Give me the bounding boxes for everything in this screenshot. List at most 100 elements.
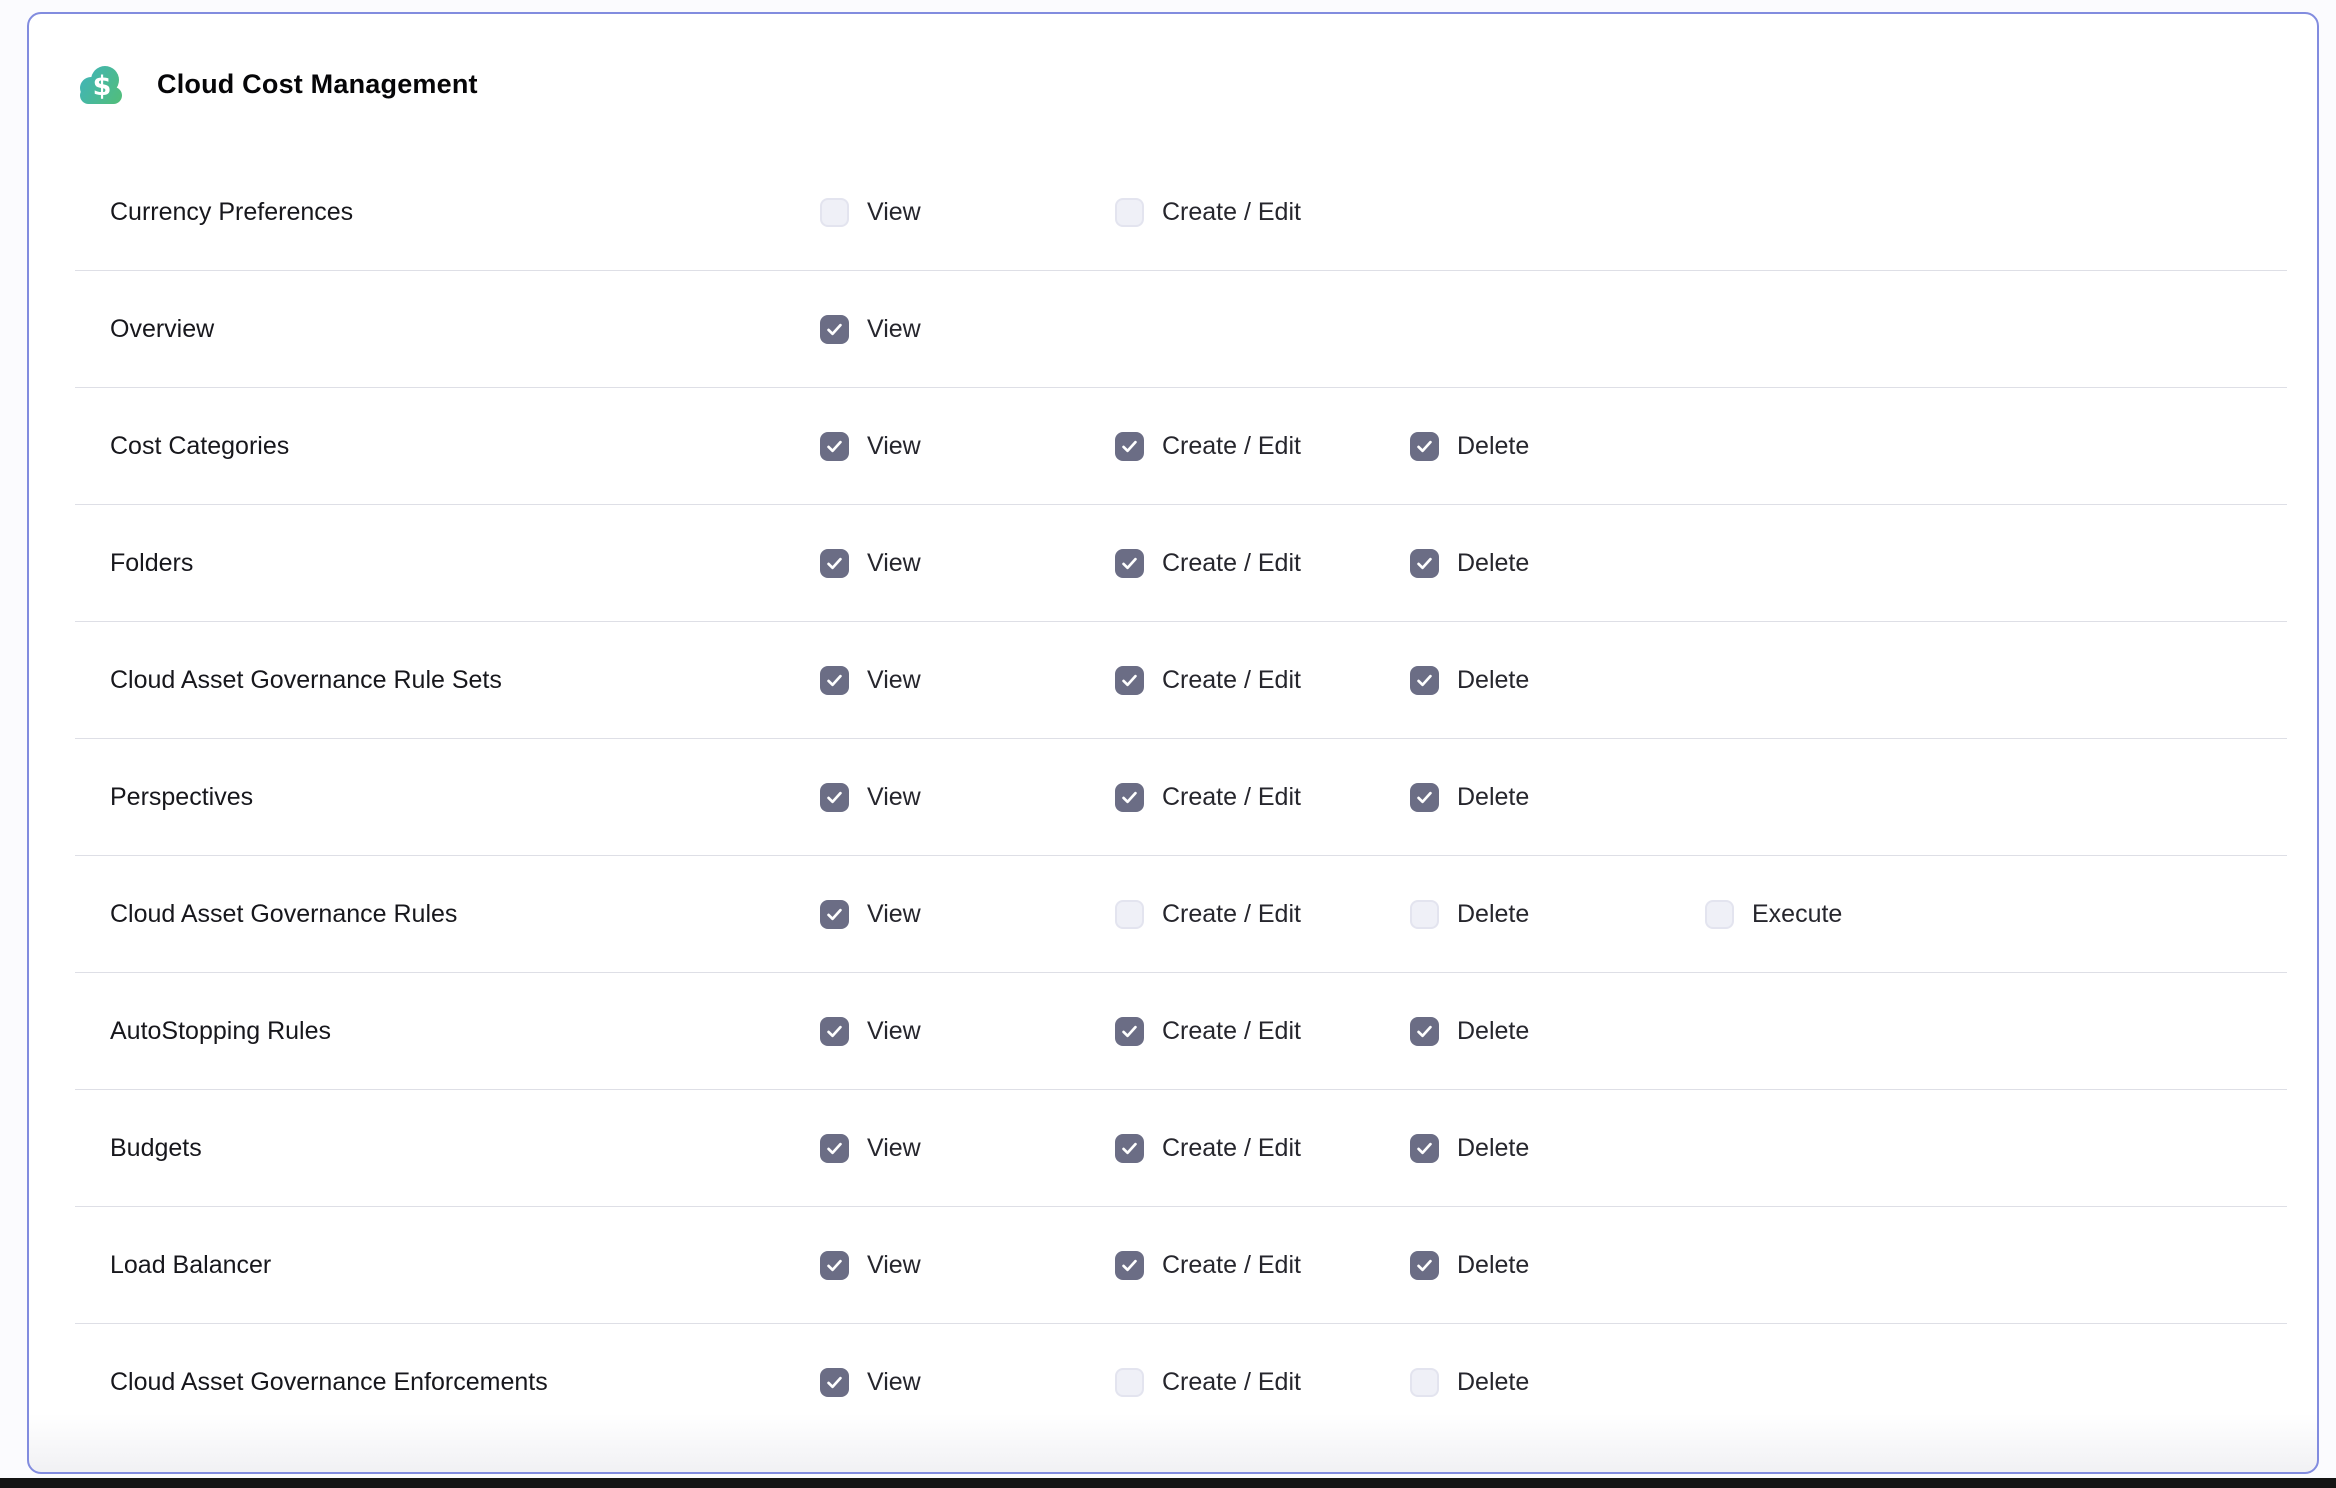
checkbox-checked[interactable] xyxy=(1410,783,1439,812)
checkbox-checked[interactable] xyxy=(1410,1017,1439,1046)
permission-checkbox-group[interactable]: Create / Edit xyxy=(1115,198,1410,227)
checkbox-label: View xyxy=(867,783,921,812)
permission-row: Perspectives View Create / Edit Delete xyxy=(75,739,2287,856)
permission-cells: View Create / Edit Delete xyxy=(820,666,1705,695)
permission-checkbox-group[interactable]: Delete xyxy=(1410,783,1705,812)
permission-checkbox-group[interactable]: View xyxy=(820,1368,1115,1397)
checkbox-label: View xyxy=(867,1251,921,1280)
permission-checkbox-group[interactable]: Delete xyxy=(1410,1134,1705,1163)
checkmark-icon xyxy=(825,554,844,573)
permission-row-label: Currency Preferences xyxy=(110,198,820,227)
permission-checkbox-group[interactable]: View xyxy=(820,549,1115,578)
permission-checkbox-group[interactable]: Delete xyxy=(1410,549,1705,578)
checkbox-unchecked[interactable] xyxy=(1115,900,1144,929)
permission-checkbox-group[interactable]: Delete xyxy=(1410,666,1705,695)
permission-checkbox-group[interactable]: Create / Edit xyxy=(1115,1368,1410,1397)
checkbox-checked[interactable] xyxy=(1410,1134,1439,1163)
permission-checkbox-group[interactable]: View xyxy=(820,1251,1115,1280)
checkbox-checked[interactable] xyxy=(1410,1251,1439,1280)
checkbox-checked[interactable] xyxy=(820,783,849,812)
permission-row: Cost Categories View Create / Edit Delet… xyxy=(75,388,2287,505)
permission-checkbox-group[interactable]: Delete xyxy=(1410,432,1705,461)
permissions-list: Currency Preferences View Create / Edit … xyxy=(75,154,2287,1441)
checkbox-checked[interactable] xyxy=(820,1134,849,1163)
permission-checkbox-group[interactable]: Create / Edit xyxy=(1115,1134,1410,1163)
checkbox-label: Delete xyxy=(1457,1251,1529,1280)
permission-checkbox-group[interactable]: View xyxy=(820,783,1115,812)
checkmark-icon xyxy=(1415,1022,1434,1041)
checkbox-checked[interactable] xyxy=(820,1368,849,1397)
checkmark-icon xyxy=(1415,554,1434,573)
checkbox-unchecked[interactable] xyxy=(1705,900,1734,929)
permission-checkbox-group[interactable]: View xyxy=(820,666,1115,695)
checkbox-checked[interactable] xyxy=(1115,1134,1144,1163)
checkbox-label: Create / Edit xyxy=(1162,900,1301,929)
checkbox-checked[interactable] xyxy=(820,900,849,929)
permission-checkbox-group[interactable]: View xyxy=(820,900,1115,929)
permission-row: Folders View Create / Edit Delete xyxy=(75,505,2287,622)
checkbox-checked[interactable] xyxy=(1115,783,1144,812)
permission-cells: View Create / Edit Delete Execute xyxy=(820,900,2000,929)
permission-cells: View Create / Edit Delete xyxy=(820,1368,1705,1397)
checkmark-icon xyxy=(825,1373,844,1392)
permission-cells: View Create / Edit xyxy=(820,198,1410,227)
checkbox-checked[interactable] xyxy=(1410,666,1439,695)
checkbox-unchecked[interactable] xyxy=(820,198,849,227)
checkbox-label: Delete xyxy=(1457,783,1529,812)
checkbox-label: Create / Edit xyxy=(1162,1251,1301,1280)
permission-cells: View xyxy=(820,315,1115,344)
checkbox-checked[interactable] xyxy=(820,432,849,461)
permission-checkbox-group[interactable]: Create / Edit xyxy=(1115,1251,1410,1280)
permission-row-label: Perspectives xyxy=(110,783,820,812)
checkmark-icon xyxy=(1120,671,1139,690)
checkbox-checked[interactable] xyxy=(820,1017,849,1046)
permission-checkbox-group[interactable]: Create / Edit xyxy=(1115,900,1410,929)
permission-checkbox-group[interactable]: Create / Edit xyxy=(1115,1017,1410,1046)
permission-checkbox-group[interactable]: Delete xyxy=(1410,900,1705,929)
permission-checkbox-group[interactable]: Execute xyxy=(1705,900,2000,929)
checkbox-checked[interactable] xyxy=(1115,432,1144,461)
permission-cells: View Create / Edit Delete xyxy=(820,783,1705,812)
checkbox-checked[interactable] xyxy=(1115,549,1144,578)
checkmark-icon xyxy=(825,437,844,456)
checkbox-checked[interactable] xyxy=(1115,1251,1144,1280)
permission-checkbox-group[interactable]: Delete xyxy=(1410,1017,1705,1046)
window-bottom-edge xyxy=(0,1478,2336,1488)
permission-cells: View Create / Edit Delete xyxy=(820,1134,1705,1163)
permission-checkbox-group[interactable]: Create / Edit xyxy=(1115,549,1410,578)
checkbox-checked[interactable] xyxy=(820,666,849,695)
checkbox-unchecked[interactable] xyxy=(1115,198,1144,227)
checkbox-checked[interactable] xyxy=(1410,549,1439,578)
checkbox-checked[interactable] xyxy=(1115,1017,1144,1046)
permission-checkbox-group[interactable]: View xyxy=(820,1134,1115,1163)
checkbox-checked[interactable] xyxy=(820,315,849,344)
checkmark-icon xyxy=(1120,1022,1139,1041)
checkbox-unchecked[interactable] xyxy=(1410,900,1439,929)
permission-checkbox-group[interactable]: View xyxy=(820,315,1115,344)
checkbox-label: Create / Edit xyxy=(1162,432,1301,461)
permission-cells: View Create / Edit Delete xyxy=(820,549,1705,578)
checkmark-icon xyxy=(825,1022,844,1041)
checkbox-checked[interactable] xyxy=(1115,666,1144,695)
permission-checkbox-group[interactable]: Create / Edit xyxy=(1115,666,1410,695)
checkbox-unchecked[interactable] xyxy=(1115,1368,1144,1397)
checkbox-checked[interactable] xyxy=(820,549,849,578)
checkbox-checked[interactable] xyxy=(820,1251,849,1280)
permission-checkbox-group[interactable]: Delete xyxy=(1410,1368,1705,1397)
permission-checkbox-group[interactable]: View xyxy=(820,1017,1115,1046)
permission-row: Overview View xyxy=(75,271,2287,388)
checkbox-label: Delete xyxy=(1457,1368,1529,1397)
permission-checkbox-group[interactable]: View xyxy=(820,198,1115,227)
permission-checkbox-group[interactable]: View xyxy=(820,432,1115,461)
checkmark-icon xyxy=(1120,1256,1139,1275)
checkbox-checked[interactable] xyxy=(1410,432,1439,461)
permission-checkbox-group[interactable]: Create / Edit xyxy=(1115,783,1410,812)
permission-checkbox-group[interactable]: Create / Edit xyxy=(1115,432,1410,461)
permission-checkbox-group[interactable]: Delete xyxy=(1410,1251,1705,1280)
checkbox-unchecked[interactable] xyxy=(1410,1368,1439,1397)
permission-row: Cloud Asset Governance Rules View Create… xyxy=(75,856,2287,973)
checkbox-label: View xyxy=(867,900,921,929)
permission-row-label: Load Balancer xyxy=(110,1251,820,1280)
checkbox-label: Delete xyxy=(1457,432,1529,461)
permission-row: Budgets View Create / Edit Delete xyxy=(75,1090,2287,1207)
